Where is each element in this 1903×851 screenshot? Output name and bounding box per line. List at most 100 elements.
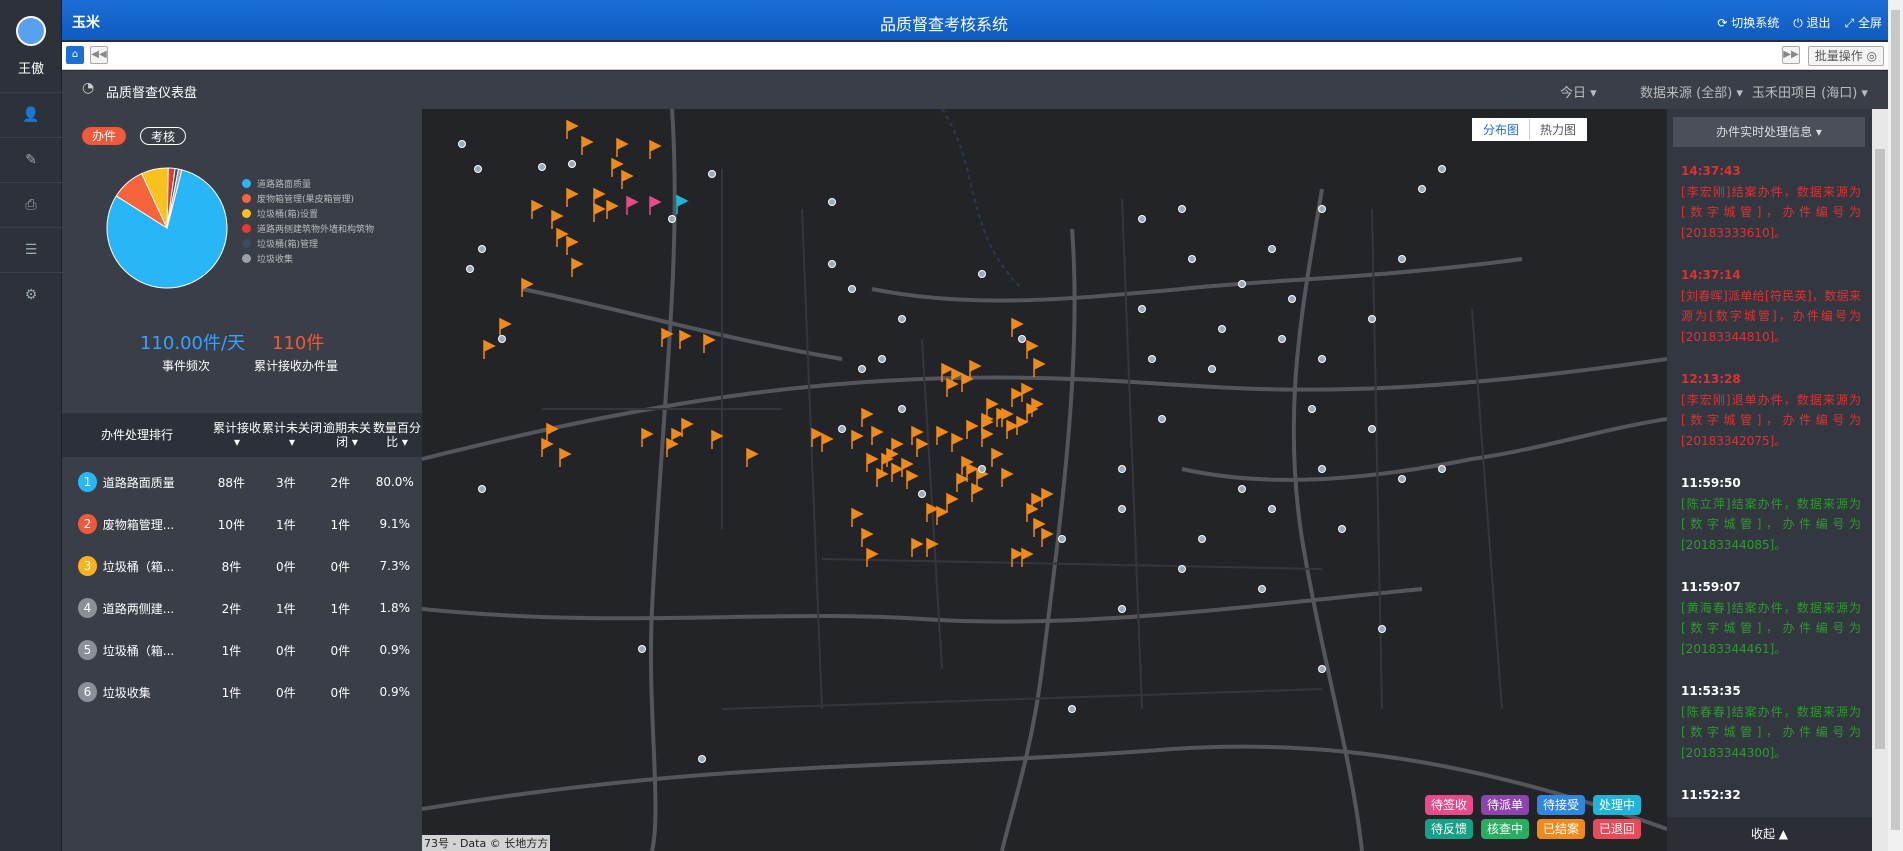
- user-name[interactable]: 王傲: [0, 58, 62, 77]
- collapse-button[interactable]: 收起 ▲: [1667, 817, 1872, 851]
- table-row[interactable]: 2 废物箱管理... 10件 1件 1件 9.1%: [62, 503, 422, 545]
- poi-marker[interactable]: [1188, 255, 1196, 263]
- table-row[interactable]: 3 垃圾桶（箱... 8件 0件 0件 7.3%: [62, 545, 422, 587]
- poi-marker[interactable]: [1118, 605, 1126, 613]
- poi-marker[interactable]: [1218, 325, 1226, 333]
- poi-marker[interactable]: [1268, 505, 1276, 513]
- poi-marker[interactable]: [1368, 425, 1376, 433]
- poi-marker[interactable]: [1148, 355, 1156, 363]
- poi-marker[interactable]: [898, 405, 906, 413]
- poi-marker[interactable]: [1318, 205, 1326, 213]
- poi-marker[interactable]: [498, 335, 506, 343]
- batch-operation-button[interactable]: 批量操作 ◎: [1807, 46, 1884, 66]
- poi-marker[interactable]: [1318, 465, 1326, 473]
- nav-user-icon[interactable]: 👤: [0, 92, 62, 136]
- poi-marker[interactable]: [858, 365, 866, 373]
- pie-legend-item[interactable]: 道路两侧建筑物外墙和构筑物: [242, 222, 374, 235]
- poi-marker[interactable]: [1178, 565, 1186, 573]
- switch-system-button[interactable]: ⟳ 切换系统: [1717, 14, 1779, 31]
- status-badge[interactable]: 待反馈: [1425, 819, 1473, 839]
- poi-marker[interactable]: [1338, 525, 1346, 533]
- poi-marker[interactable]: [1238, 485, 1246, 493]
- status-badge[interactable]: 处理中: [1593, 795, 1641, 815]
- page-scrollbar[interactable]: [1888, 0, 1903, 851]
- pie-legend-item[interactable]: 废物箱管理(果皮箱管理): [242, 192, 354, 205]
- poi-marker[interactable]: [898, 315, 906, 323]
- map-view[interactable]: 分布图 热力图 待签收 待派单 待接受 处理中待反馈 核查中 已结案 已退回 73号 - D…: [422, 109, 1667, 851]
- poi-marker[interactable]: [474, 165, 482, 173]
- status-badge[interactable]: 待接受: [1537, 795, 1585, 815]
- poi-marker[interactable]: [458, 140, 466, 148]
- poi-marker[interactable]: [1238, 280, 1246, 288]
- poi-marker[interactable]: [478, 485, 486, 493]
- nav-list-icon[interactable]: ☰: [0, 227, 62, 271]
- poi-marker[interactable]: [1138, 305, 1146, 313]
- poi-marker[interactable]: [1278, 335, 1286, 343]
- table-row[interactable]: 4 道路两侧建... 2件 1件 1件 1.8%: [62, 587, 422, 629]
- poi-marker[interactable]: [878, 355, 886, 363]
- poi-marker[interactable]: [1418, 185, 1426, 193]
- page-scroll-thumb[interactable]: [1891, 10, 1900, 830]
- poi-marker[interactable]: [668, 215, 676, 223]
- poi-marker[interactable]: [1158, 415, 1166, 423]
- poi-marker[interactable]: [828, 198, 836, 206]
- date-filter[interactable]: 今日 ▾: [1560, 82, 1597, 101]
- poi-marker[interactable]: [1118, 505, 1126, 513]
- poi-marker[interactable]: [918, 490, 926, 498]
- poi-marker[interactable]: [1318, 355, 1326, 363]
- realtime-header[interactable]: 办件实时处理信息 ▾: [1673, 117, 1865, 147]
- poi-marker[interactable]: [698, 755, 706, 763]
- poi-marker[interactable]: [1058, 535, 1066, 543]
- table-row[interactable]: 1 道路路面质量 88件 3件 2件 80.0%: [62, 461, 422, 503]
- nav-edit-icon[interactable]: ✎: [0, 137, 62, 181]
- poi-marker[interactable]: [1208, 365, 1216, 373]
- col-percent[interactable]: 数量百分比 ▾: [372, 421, 422, 449]
- pie-legend-item[interactable]: 垃圾桶(箱)管理: [242, 237, 318, 250]
- poi-marker[interactable]: [1398, 255, 1406, 263]
- col-overdue[interactable]: 逾期未关闭 ▾: [322, 421, 372, 449]
- home-icon[interactable]: ⌂: [66, 46, 84, 64]
- poi-marker[interactable]: [1118, 465, 1126, 473]
- status-badge[interactable]: 已退回: [1593, 819, 1641, 839]
- pie-legend-item[interactable]: 垃圾收集: [242, 252, 293, 265]
- poi-marker[interactable]: [1068, 705, 1076, 713]
- poi-marker[interactable]: [1308, 405, 1316, 413]
- pie-legend-item[interactable]: 垃圾桶(箱)设置: [242, 207, 318, 220]
- logout-button[interactable]: ⏻ 退出: [1793, 14, 1830, 31]
- poi-marker[interactable]: [828, 260, 836, 268]
- fullscreen-button[interactable]: ⤢ 全屏: [1845, 14, 1882, 31]
- project-filter[interactable]: 玉禾田项目 (海口) ▾: [1752, 82, 1868, 101]
- tab-cases[interactable]: 办件: [82, 127, 127, 145]
- nav-print-icon[interactable]: ⎙: [0, 182, 62, 226]
- source-filter[interactable]: 数据来源 (全部) ▾: [1640, 82, 1743, 101]
- poi-marker[interactable]: [638, 645, 646, 653]
- poi-marker[interactable]: [1178, 205, 1186, 213]
- prev-tab-icon[interactable]: ◀◀: [90, 46, 108, 64]
- feed-scroll-thumb[interactable]: [1875, 149, 1885, 749]
- poi-marker[interactable]: [708, 170, 716, 178]
- tab-heatmap[interactable]: 热力图: [1528, 119, 1586, 140]
- poi-marker[interactable]: [978, 465, 986, 473]
- poi-marker[interactable]: [1268, 245, 1276, 253]
- map-canvas[interactable]: [422, 109, 1667, 851]
- next-tab-icon[interactable]: ▶▶: [1782, 46, 1800, 64]
- poi-marker[interactable]: [1378, 625, 1386, 633]
- nav-settings-icon[interactable]: ⚙: [0, 272, 62, 316]
- poi-marker[interactable]: [1368, 315, 1376, 323]
- poi-marker[interactable]: [1288, 295, 1296, 303]
- status-badge[interactable]: 待派单: [1481, 795, 1529, 815]
- poi-marker[interactable]: [466, 265, 474, 273]
- status-badge[interactable]: 已结案: [1537, 819, 1585, 839]
- poi-marker[interactable]: [1018, 335, 1026, 343]
- poi-marker[interactable]: [1438, 165, 1446, 173]
- tab-distribution[interactable]: 分布图: [1472, 119, 1529, 140]
- poi-marker[interactable]: [848, 285, 856, 293]
- status-badge[interactable]: 待签收: [1425, 795, 1473, 815]
- poi-marker[interactable]: [568, 160, 576, 168]
- poi-marker[interactable]: [1258, 585, 1266, 593]
- status-badge[interactable]: 核查中: [1481, 819, 1529, 839]
- poi-marker[interactable]: [1318, 665, 1326, 673]
- table-row[interactable]: 6 垃圾收集 1件 0件 0件 0.9%: [62, 671, 422, 713]
- col-received[interactable]: 累计接收 ▾: [212, 421, 262, 449]
- tab-assessment[interactable]: 考核: [140, 127, 187, 145]
